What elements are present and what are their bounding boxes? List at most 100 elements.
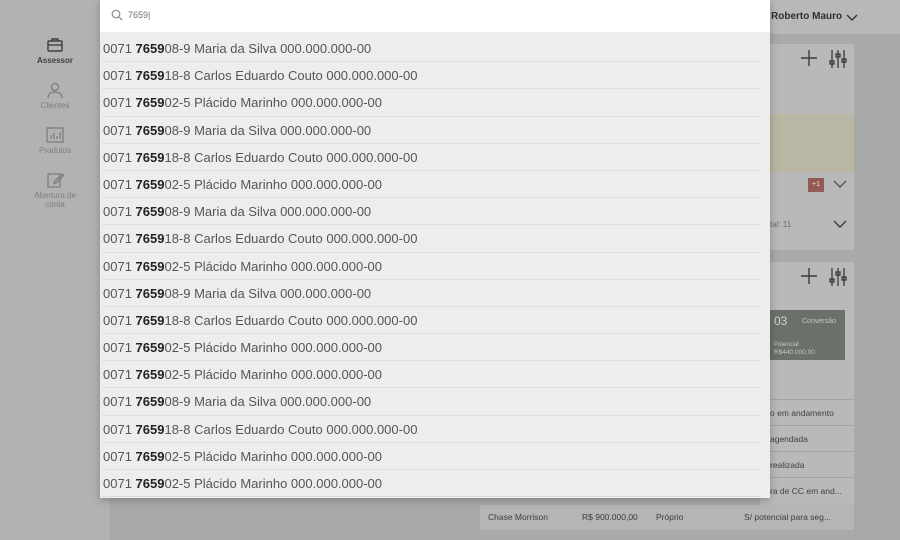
result-match: 7659	[135, 258, 165, 274]
search-result-item[interactable]: 0071 765902-5 Plácido Marinho 000.000.00…	[102, 361, 760, 389]
result-prefix: 0071	[103, 312, 136, 328]
result-suffix: 02-5 Plácido Marinho 000.000.000-00	[164, 476, 383, 491]
result-prefix: 0071	[103, 285, 136, 301]
result-text: 0071 765902-5 Plácido Marinho 000.000.00…	[102, 449, 382, 464]
result-text: 0071 765902-5 Plácido Marinho 000.000.00…	[102, 177, 382, 192]
sidebar-item-produtos[interactable]: Produtos	[0, 125, 110, 156]
total-label: tal: 11	[770, 220, 792, 229]
result-suffix: 08-9 Maria da Silva 000.000.000-00	[164, 394, 372, 410]
result-prefix: 0071	[103, 476, 136, 491]
result-text: 0071 765918-8 Carlos Eduardo Couto 000.0…	[102, 68, 417, 83]
search-result-item[interactable]: 0071 765908-9 Maria da Silva 000.000.000…	[102, 280, 760, 307]
status-row[interactable]: ra de CC em and...	[770, 477, 854, 503]
sidebar-item-assessor[interactable]: Assessor	[0, 35, 110, 66]
result-suffix: 08-9 Maria da Silva 000.000.000-00	[164, 285, 372, 301]
result-match: 7659	[135, 421, 165, 437]
chevron-down-icon[interactable]	[846, 13, 858, 23]
filter-sliders-icon[interactable]	[828, 49, 848, 69]
result-text: 0071 765908-9 Maria da Silva 000.000.000…	[102, 286, 371, 301]
plus-icon[interactable]	[799, 48, 819, 68]
table-row[interactable]: Chase Morrison R$ 900.000,00 Próprio S/ …	[480, 505, 854, 530]
result-text: 0071 765902-5 Plácido Marinho 000.000.00…	[102, 476, 382, 491]
result-text: 0071 765908-9 Maria da Silva 000.000.000…	[102, 204, 371, 219]
highlight-band	[770, 114, 854, 172]
search-input[interactable]	[128, 6, 728, 24]
conversion-label: Conversão	[802, 318, 836, 325]
search-result-item[interactable]: 0071 765918-8 Carlos Eduardo Couto 000.0…	[102, 225, 760, 253]
result-match: 7659	[135, 231, 165, 247]
result-suffix: 18-8 Carlos Eduardo Couto 000.000.000-00	[164, 231, 418, 247]
result-match: 7659	[135, 68, 165, 84]
result-prefix: 0071	[103, 149, 136, 165]
sidebar-item-label: Abertura de conta	[34, 191, 76, 209]
result-text: 0071 765902-5 Plácido Marinho 000.000.00…	[102, 367, 382, 382]
search-result-item[interactable]: 0071 765918-8 Carlos Eduardo Couto 000.0…	[102, 307, 760, 335]
result-suffix: 02-5 Plácido Marinho 000.000.000-00	[164, 340, 383, 356]
chevron-down-icon[interactable]	[830, 174, 850, 194]
result-text: 0071 765902-5 Plácido Marinho 000.000.00…	[102, 95, 382, 110]
result-text: 0071 765902-5 Plácido Marinho 000.000.00…	[102, 340, 382, 355]
search-result-item[interactable]: 0071 765908-9 Maria da Silva 000.000.000…	[102, 35, 760, 63]
bar-chart-icon	[46, 127, 64, 143]
search-result-item[interactable]: 0071 765902-5 Plácido Marinho 000.000.00…	[102, 171, 760, 199]
result-match: 7659	[135, 312, 165, 328]
result-match: 7659	[135, 149, 165, 165]
sidebar-item-abertura-de-conta[interactable]: Abertura de conta	[0, 170, 110, 210]
client-value: R$ 900.000,00	[582, 512, 638, 522]
result-match: 7659	[135, 285, 165, 301]
status-row[interactable]: realizada	[770, 451, 854, 477]
search-result-item[interactable]: 0071 765908-9 Maria da Silva 000.000.000…	[102, 117, 760, 144]
briefcase-icon	[47, 38, 63, 52]
sidebar: Assessor Clientes Produtos Abertura de c…	[0, 0, 110, 540]
conversion-count: 03	[774, 314, 788, 328]
result-match: 7659	[135, 394, 165, 410]
sidebar-item-label: Clientes	[40, 101, 70, 110]
sidebar-item-label: Assessor	[36, 56, 74, 65]
result-match: 7659	[135, 476, 165, 491]
result-match: 7659	[135, 204, 165, 220]
result-text: 0071 765908-9 Maria da Silva 000.000.000…	[102, 394, 371, 409]
result-suffix: 02-5 Plácido Marinho 000.000.000-00	[164, 448, 383, 464]
search-result-item[interactable]: 0071 765918-8 Carlos Eduardo Couto 000.0…	[102, 62, 760, 90]
search-result-item[interactable]: 0071 765902-5 Plácido Marinho 000.000.00…	[102, 443, 760, 470]
search-result-item[interactable]: 0071 765902-5 Plácido Marinho 000.000.00…	[102, 334, 760, 362]
search-result-item[interactable]: 0071 765908-9 Maria da Silva 000.000.000…	[102, 198, 760, 226]
result-match: 7659	[135, 340, 165, 356]
result-suffix: 08-9 Maria da Silva 000.000.000-00	[164, 122, 372, 138]
result-match: 7659	[135, 122, 165, 138]
search-result-item[interactable]: 0071 765902-5 Plácido Marinho 000.000.00…	[102, 470, 760, 498]
plus-icon[interactable]	[799, 266, 819, 286]
result-prefix: 0071	[103, 122, 136, 138]
result-text: 0071 765902-5 Plácido Marinho 000.000.00…	[102, 259, 382, 274]
sidebar-item-clientes[interactable]: Clientes	[0, 80, 110, 111]
chevron-down-icon[interactable]	[830, 214, 850, 234]
edit-icon	[47, 173, 65, 188]
result-prefix: 0071	[103, 176, 136, 192]
result-suffix: 18-8 Carlos Eduardo Couto 000.000.000-00	[164, 68, 418, 84]
search-result-item[interactable]: 0071 765902-5 Plácido Marinho 000.000.00…	[102, 253, 760, 280]
result-suffix: 08-9 Maria da Silva 000.000.000-00	[164, 41, 372, 56]
result-match: 7659	[135, 41, 165, 56]
conversion-card[interactable]: 03 Conversão Potencial R$440.000,00	[770, 310, 845, 360]
search-result-item[interactable]: 0071 765918-8 Carlos Eduardo Couto 000.0…	[102, 144, 760, 171]
filter-sliders-icon[interactable]	[828, 267, 848, 287]
result-suffix: 18-8 Carlos Eduardo Couto 000.000.000-00	[164, 421, 418, 437]
result-match: 7659	[135, 176, 165, 192]
search-result-item[interactable]: 0071 765908-9 Maria da Silva 000.000.000…	[102, 388, 760, 416]
result-prefix: 0071	[103, 231, 136, 247]
result-prefix: 0071	[103, 340, 136, 356]
status-row[interactable]: o em andamento	[770, 399, 854, 425]
client-type: Próprio	[656, 512, 684, 522]
search-icon	[111, 9, 123, 21]
status-row[interactable]: agendada	[770, 425, 854, 451]
potential-label: Potencial	[774, 342, 799, 348]
count-badge: +1	[808, 178, 824, 192]
search-result-item[interactable]: 0071 765918-8 Carlos Eduardo Couto 000.0…	[102, 416, 760, 443]
user-name[interactable]: Roberto Mauro	[771, 11, 842, 22]
result-text: 0071 765908-9 Maria da Silva 000.000.000…	[102, 123, 371, 138]
result-prefix: 0071	[103, 68, 136, 84]
result-prefix: 0071	[103, 448, 136, 464]
result-prefix: 0071	[103, 41, 136, 56]
search-result-item[interactable]: 0071 765902-5 Plácido Marinho 000.000.00…	[102, 89, 760, 117]
person-icon	[47, 82, 63, 99]
